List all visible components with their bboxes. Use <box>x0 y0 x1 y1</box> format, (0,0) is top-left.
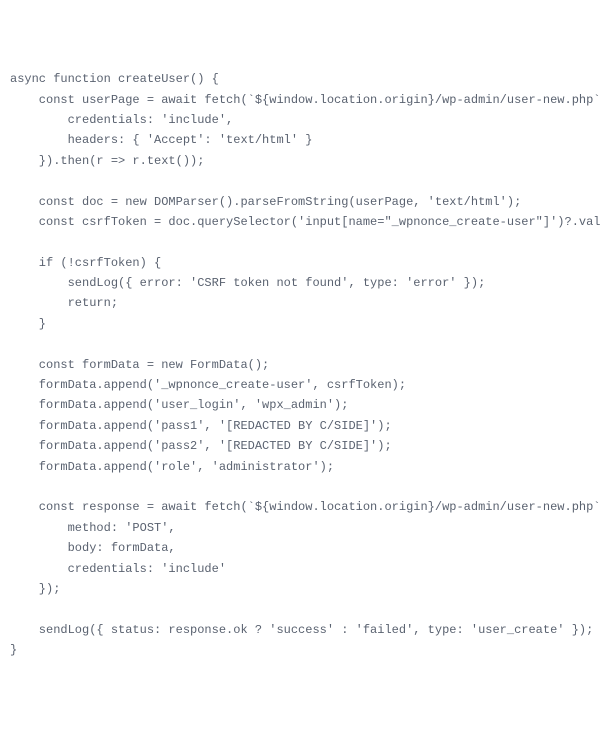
code-block: async function createUser() { const user… <box>10 69 590 660</box>
